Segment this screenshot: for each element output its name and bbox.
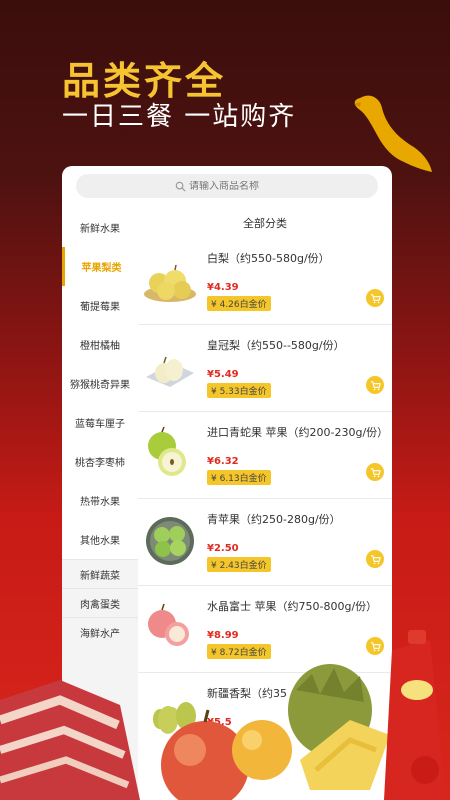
sidebar-item-citrus[interactable]: 橙柑橘柚 xyxy=(62,325,138,364)
product-item[interactable]: 青苹果（约250-280g/份） ¥2.50 ¥ 2.43白金价 xyxy=(138,499,392,586)
add-to-cart-button[interactable] xyxy=(366,550,384,568)
sidebar-item-grape-berry[interactable]: 葡提莓果 xyxy=(62,286,138,325)
product-item[interactable]: 进口青蛇果 苹果（约200-230g/份） ¥6.32 ¥ 6.13白金价 xyxy=(138,412,392,499)
cart-icon xyxy=(370,380,381,390)
product-name: 皇冠梨（约550--580g/份） xyxy=(207,339,345,352)
yellow-apple-icon xyxy=(232,720,292,780)
member-price-badge: ¥ 6.13白金价 xyxy=(207,470,271,485)
pear-icon xyxy=(144,264,196,302)
pork-belly-icon xyxy=(0,680,140,800)
sidebar-item-other-fruit[interactable]: 其他水果 xyxy=(62,520,138,559)
member-price-badge: ¥ 5.33白金价 xyxy=(207,383,271,398)
sidebar-item-kiwi[interactable]: 猕猴桃奇异果 xyxy=(62,364,138,403)
product-price: ¥5.49 xyxy=(207,369,239,380)
product-price: ¥4.39 xyxy=(207,282,239,293)
product-item[interactable]: 白梨（约550-580g/份） ¥4.39 ¥ 4.26白金价 xyxy=(138,238,392,325)
ketchup-pouch-icon xyxy=(384,630,446,800)
add-to-cart-button[interactable] xyxy=(366,289,384,307)
cart-icon xyxy=(370,293,381,303)
sidebar-item-vegetables[interactable]: 新鲜蔬菜 xyxy=(62,559,138,588)
product-price: ¥6.32 xyxy=(207,456,239,467)
add-to-cart-button[interactable] xyxy=(366,376,384,394)
search-icon xyxy=(175,181,186,192)
sidebar-item-stone-fruit[interactable]: 桃杏李枣柿 xyxy=(62,442,138,481)
cart-icon xyxy=(370,554,381,564)
green-apple-plate-icon xyxy=(146,517,194,565)
durian-icon xyxy=(288,664,390,790)
search-bar[interactable] xyxy=(76,174,378,198)
member-price-badge: ¥ 2.43白金价 xyxy=(207,557,271,572)
product-item[interactable]: 皇冠梨（约550--580g/份） ¥5.49 ¥ 5.33白金价 xyxy=(138,325,392,412)
promo-banner: 品类齐全 一日三餐 一站购齐 xyxy=(0,0,450,172)
add-to-cart-button[interactable] xyxy=(366,463,384,481)
promo-subline: 一日三餐 一站购齐 xyxy=(62,102,297,132)
sidebar-item-fresh-fruit[interactable]: 新鲜水果 xyxy=(62,208,138,247)
sidebar-item-apple-pear[interactable]: 苹果梨类 xyxy=(62,247,138,286)
sidebar-item-blueberry-cherry[interactable]: 蓝莓车厘子 xyxy=(62,403,138,442)
crown-pear-icon xyxy=(146,356,194,387)
product-price: ¥2.50 xyxy=(207,543,239,554)
member-price-badge: ¥ 4.26白金价 xyxy=(207,296,271,311)
search-input[interactable] xyxy=(189,180,279,192)
product-name: 进口青蛇果 苹果（约200-230g/份） xyxy=(207,426,389,439)
product-name: 白梨（约550-580g/份） xyxy=(207,252,330,265)
product-name: 青苹果（约250-280g/份） xyxy=(207,513,341,526)
green-apple-icon xyxy=(148,426,186,476)
cart-icon xyxy=(370,467,381,477)
sidebar-item-tropical[interactable]: 热带水果 xyxy=(62,481,138,520)
content-title: 全部分类 xyxy=(243,217,287,230)
fresh-food-decoration xyxy=(0,630,446,800)
